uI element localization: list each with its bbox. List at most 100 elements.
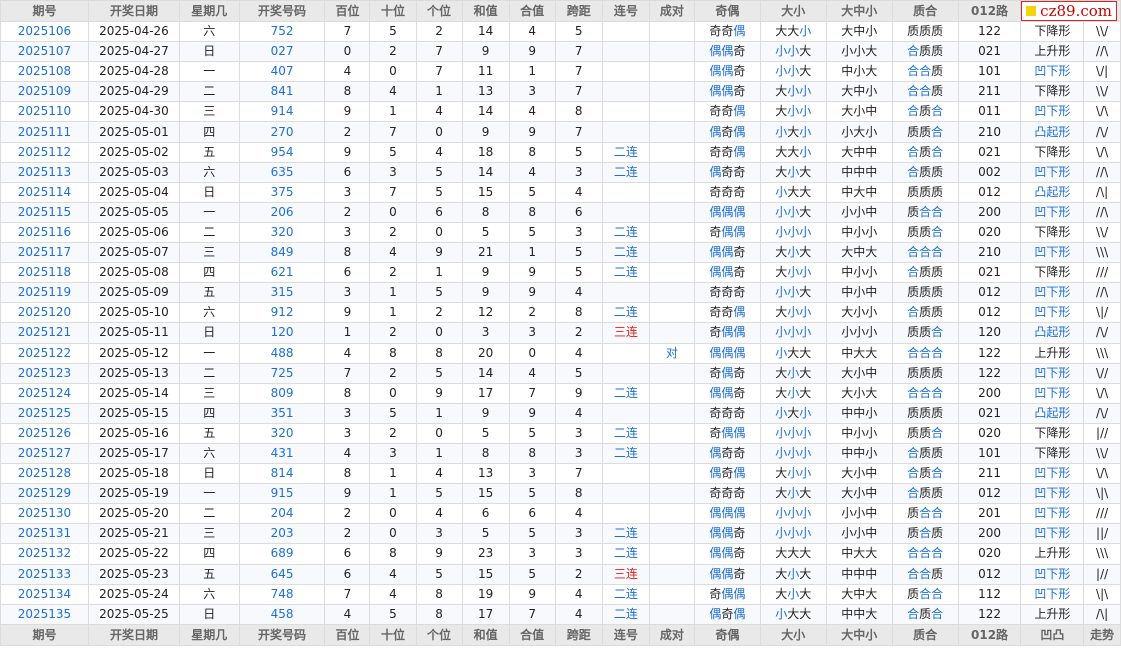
- sum-tail-cell: 8: [508, 201, 556, 223]
- issue-cell[interactable]: 2025124: [0, 382, 89, 404]
- pair-cell: [648, 201, 695, 223]
- odd-even-cell-char: 偶: [733, 24, 746, 39]
- issue-cell[interactable]: 2025114: [0, 181, 89, 203]
- issue-cell[interactable]: 2025123: [0, 362, 89, 384]
- draw-number-cell[interactable]: 203: [238, 523, 326, 545]
- route-012-cell: 201: [957, 503, 1022, 525]
- consecutive-cell: 二连: [601, 442, 650, 465]
- issue-cell[interactable]: 2025126: [0, 422, 89, 444]
- draw-number-cell[interactable]: 458: [238, 603, 326, 625]
- draw-number-cell[interactable]: 320: [238, 221, 326, 244]
- draw-number-cell[interactable]: 407: [238, 61, 326, 83]
- draw-number-cell[interactable]: 915: [238, 483, 326, 505]
- odd-even-cell-char: 偶: [733, 224, 746, 239]
- draw-number-cell[interactable]: 206: [238, 201, 326, 223]
- consecutive-cell: 二连: [601, 382, 650, 404]
- consecutive-cell: 二连: [601, 603, 650, 625]
- issue-cell[interactable]: 2025108: [0, 61, 89, 83]
- odd-even-cell-char: 奇: [733, 44, 746, 59]
- prime-composite-cell: 合合质: [891, 563, 959, 585]
- issue-cell[interactable]: 2025117: [0, 242, 89, 264]
- draw-number-cell[interactable]: 120: [238, 322, 326, 344]
- date-cell: 2025-05-05: [87, 201, 180, 223]
- draw-number-cell[interactable]: 027: [238, 41, 326, 63]
- hundreds-cell: 0: [324, 41, 371, 63]
- big-small-cell-char: 小: [787, 285, 800, 300]
- big-small-cell-char: 小: [799, 446, 812, 461]
- pair-cell: 对: [648, 342, 695, 364]
- prime-composite-char: 质: [919, 486, 932, 501]
- prime-composite-char: 质: [907, 405, 920, 420]
- draw-number-cell[interactable]: 351: [238, 402, 326, 424]
- draw-number-cell[interactable]: 431: [238, 442, 326, 465]
- issue-cell[interactable]: 2025130: [0, 503, 89, 525]
- draw-number-cell[interactable]: 748: [238, 583, 326, 605]
- draw-number-cell[interactable]: 689: [238, 543, 326, 565]
- issue-cell[interactable]: 2025116: [0, 221, 89, 244]
- prime-composite-char: 质: [907, 526, 920, 541]
- trend-cell: \//: [1083, 362, 1121, 384]
- issue-cell[interactable]: 2025107: [0, 41, 89, 63]
- draw-number-cell[interactable]: 320: [238, 422, 326, 444]
- hundreds-cell: 1: [324, 322, 371, 344]
- draw-number-cell[interactable]: 809: [238, 382, 326, 404]
- draw-number-cell[interactable]: 914: [238, 101, 326, 123]
- issue-cell[interactable]: 2025125: [0, 402, 89, 424]
- draw-number-cell[interactable]: 315: [238, 282, 326, 304]
- draw-number-cell[interactable]: 621: [238, 262, 326, 284]
- issue-cell[interactable]: 2025118: [0, 262, 89, 284]
- issue-cell[interactable]: 2025135: [0, 603, 89, 625]
- date-cell: 2025-05-07: [87, 242, 180, 264]
- odd-even-cell-char: 偶: [709, 84, 722, 99]
- draw-number-cell[interactable]: 488: [238, 342, 326, 364]
- draw-number-cell[interactable]: 814: [238, 463, 326, 485]
- draw-number-cell[interactable]: 912: [238, 302, 326, 324]
- pair-cell: [648, 181, 695, 203]
- issue-cell[interactable]: 2025121: [0, 322, 89, 344]
- draw-number-cell[interactable]: 841: [238, 81, 326, 103]
- draw-number-cell[interactable]: 954: [238, 141, 326, 163]
- draw-number-cell[interactable]: 375: [238, 181, 326, 203]
- draw-number-cell[interactable]: 645: [238, 563, 326, 585]
- big-small-cell: 小大大: [759, 603, 827, 625]
- odd-even-cell: 偶偶偶: [693, 503, 761, 525]
- issue-cell[interactable]: 2025122: [0, 342, 89, 364]
- draw-number-cell[interactable]: 635: [238, 161, 326, 183]
- site-logo[interactable]: cz89.com: [1021, 1, 1117, 21]
- issue-cell[interactable]: 2025113: [0, 161, 89, 183]
- issue-cell[interactable]: 2025106: [0, 20, 89, 43]
- issue-cell[interactable]: 2025134: [0, 583, 89, 605]
- issue-cell[interactable]: 2025111: [0, 121, 89, 143]
- span-cell: 3: [554, 442, 603, 465]
- column-header: 连号: [601, 623, 650, 646]
- draw-number-cell[interactable]: 725: [238, 362, 326, 384]
- big-small-cell-char: 小: [775, 184, 788, 199]
- issue-cell[interactable]: 2025109: [0, 81, 89, 103]
- draw-number-cell[interactable]: 204: [238, 503, 326, 525]
- issue-cell[interactable]: 2025110: [0, 101, 89, 123]
- big-small-cell-char: 大: [799, 486, 812, 501]
- span-cell: 8: [554, 101, 603, 123]
- odd-even-cell-char: 奇: [733, 84, 746, 99]
- odd-even-cell-char: 奇: [733, 265, 746, 280]
- draw-number-cell[interactable]: 849: [238, 242, 326, 264]
- big-mid-small-cell: 大小中: [825, 362, 893, 384]
- sum-cell: 15: [461, 563, 510, 585]
- issue-cell[interactable]: 2025120: [0, 302, 89, 324]
- issue-cell[interactable]: 2025128: [0, 463, 89, 485]
- issue-cell[interactable]: 2025119: [0, 282, 89, 304]
- prime-composite-char: 质: [907, 204, 920, 219]
- issue-cell[interactable]: 2025112: [0, 141, 89, 163]
- issue-cell[interactable]: 2025115: [0, 201, 89, 223]
- issue-cell[interactable]: 2025127: [0, 442, 89, 465]
- issue-cell[interactable]: 2025131: [0, 523, 89, 545]
- issue-cell[interactable]: 2025132: [0, 543, 89, 565]
- odd-even-cell-char: 偶: [721, 506, 734, 521]
- issue-cell[interactable]: 2025129: [0, 483, 89, 505]
- issue-cell[interactable]: 2025133: [0, 563, 89, 585]
- prime-composite-char: 合: [919, 506, 932, 521]
- draw-number-cell[interactable]: 752: [238, 20, 326, 43]
- prime-composite-char: 质: [919, 124, 932, 139]
- draw-number-cell[interactable]: 270: [238, 121, 326, 143]
- span-cell: 4: [554, 603, 603, 625]
